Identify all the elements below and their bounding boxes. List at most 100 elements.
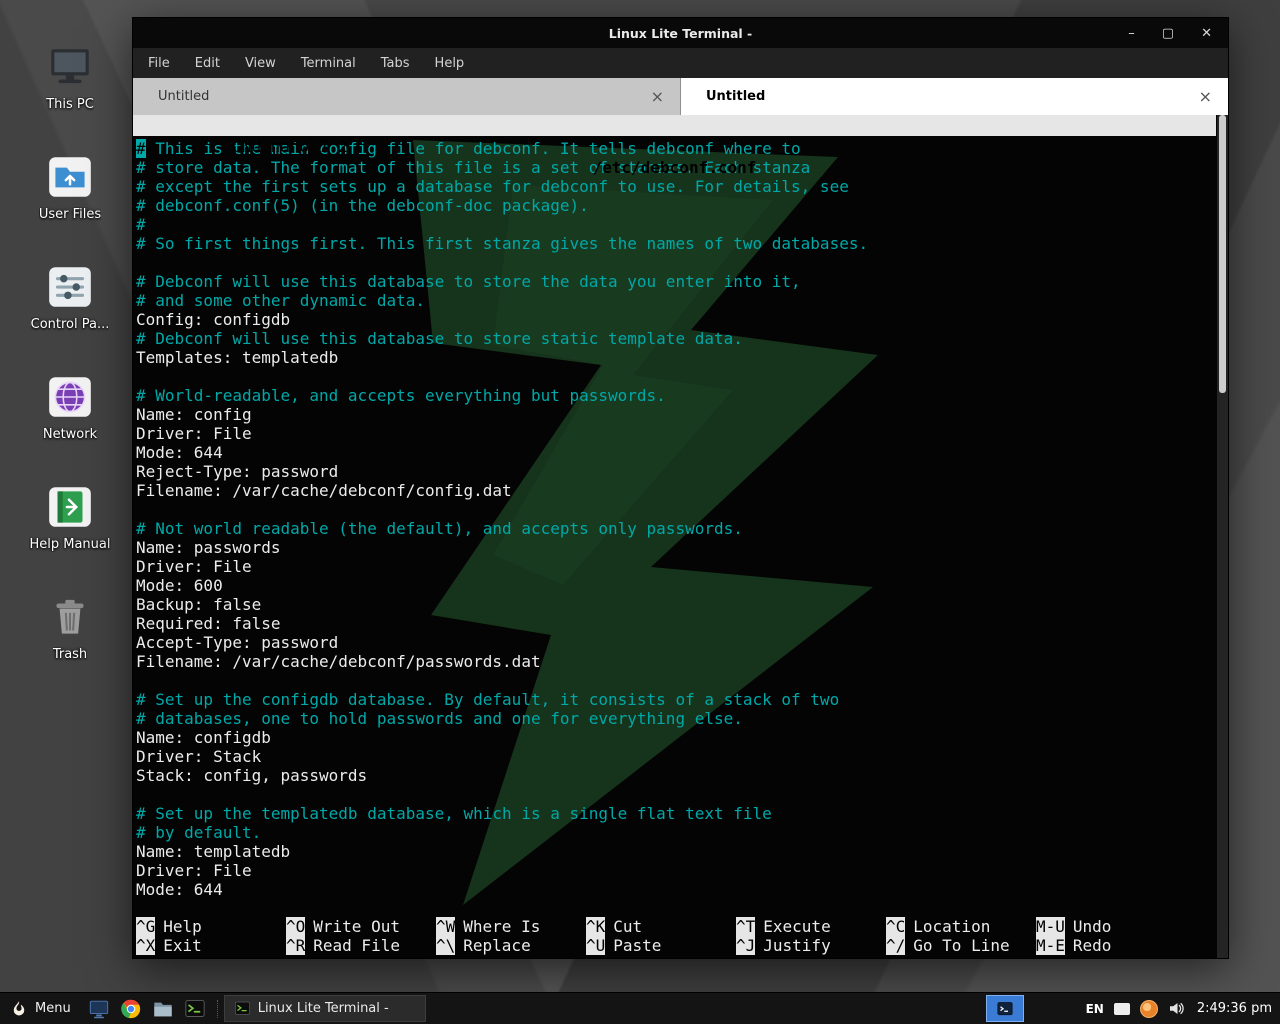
nano-version: GNU nano 7.2 — [210, 137, 348, 156]
terminal-line: Name: config — [136, 405, 1228, 424]
terminal-line: # by default. — [136, 823, 1228, 842]
desktop-icons: This PC User Files Control Pa... Network… — [10, 26, 130, 662]
tab-bar: Untitled × Untitled × — [133, 78, 1228, 115]
nano-shortcut: ^UPaste — [586, 936, 736, 955]
terminal-line — [136, 253, 1228, 272]
nano-shortcut: ^KCut — [586, 917, 736, 936]
window-title: Linux Lite Terminal - — [609, 26, 753, 41]
task-button-terminal[interactable]: Linux Lite Terminal - — [224, 995, 426, 1022]
terminal-line — [136, 367, 1228, 386]
chrome-icon[interactable] — [119, 997, 143, 1021]
computer-icon — [45, 42, 95, 92]
nano-lines: # This is the main config file for debco… — [133, 136, 1228, 899]
tab-label: Untitled — [158, 89, 651, 104]
nano-header: GNU nano 7.2 /etc/debconf.conf — [133, 115, 1216, 136]
desktop-icon[interactable]: Network — [10, 356, 130, 442]
tab[interactable]: Untitled × — [681, 78, 1228, 115]
terminal-line: # and some other dynamic data. — [136, 291, 1228, 310]
terminal-line: Name: passwords — [136, 538, 1228, 557]
network-icon — [45, 372, 95, 422]
taskbar: Menu Linux Lite Terminal - EN 2:49:36 — [0, 993, 1280, 1024]
menu-item[interactable]: File — [148, 56, 170, 71]
desktop-icon-label: Help Manual — [29, 537, 110, 552]
menubar: File Edit View Terminal Tabs Help — [133, 48, 1228, 78]
terminal-line: Required: false — [136, 614, 1228, 633]
desktop-icon[interactable]: Help Manual — [10, 466, 130, 552]
terminal-line: Driver: Stack — [136, 747, 1228, 766]
menu-item[interactable]: Edit — [195, 56, 220, 71]
desktop-icon-label: Trash — [53, 647, 87, 662]
taskbar-separator — [217, 1000, 218, 1018]
terminal-line: Driver: File — [136, 557, 1228, 576]
terminal-icon — [234, 1000, 251, 1017]
terminal-launcher-icon[interactable] — [183, 997, 207, 1021]
menu-item[interactable]: View — [245, 56, 276, 71]
terminal-line: Config: configdb — [136, 310, 1228, 329]
nano-shortcut: ^/Go To Line — [886, 936, 1036, 955]
nano-shortcuts: ^GHelp^OWrite Out^WWhere Is^KCut^TExecut… — [136, 917, 1214, 955]
terminal-line: Templates: templatedb — [136, 348, 1228, 367]
nano-shortcut: ^GHelp — [136, 917, 286, 936]
clock[interactable]: 2:49:36 pm — [1197, 1001, 1272, 1016]
tab[interactable]: Untitled × — [133, 78, 681, 115]
nano-shortcut: ^TExecute — [736, 917, 886, 936]
trash-icon — [45, 592, 95, 642]
terminal-line: # except the first sets up a database fo… — [136, 177, 1228, 196]
tab-close-icon[interactable]: × — [1199, 87, 1212, 106]
menu-item[interactable]: Help — [435, 56, 465, 71]
terminal-tray-icon[interactable] — [986, 995, 1024, 1022]
nano-shortcut: ^\Replace — [436, 936, 586, 955]
terminal-line: Driver: File — [136, 861, 1228, 880]
terminal-scrollbar[interactable] — [1217, 115, 1228, 958]
terminal-line: # So first things first. This first stan… — [136, 234, 1228, 253]
nano-filename: /etc/debconf.conf — [593, 157, 757, 178]
terminal-line: Name: configdb — [136, 728, 1228, 747]
terminal-line: Mode: 644 — [136, 880, 1228, 899]
keyboard-icon[interactable] — [1114, 1003, 1130, 1015]
desktop-icon[interactable]: Control Pa... — [10, 246, 130, 332]
tab-close-icon[interactable]: × — [651, 87, 664, 106]
terminal-line: Filename: /var/cache/debconf/config.dat — [136, 481, 1228, 500]
linux-lite-menu-icon — [10, 1000, 28, 1018]
desktop-icon[interactable]: This PC — [10, 26, 130, 112]
nano-shortcut: ^OWrite Out — [286, 917, 436, 936]
terminal-line: Name: templatedb — [136, 842, 1228, 861]
maximize-button[interactable]: ▢ — [1162, 27, 1174, 40]
desktop-icon[interactable]: User Files — [10, 136, 130, 222]
terminal-line: # Not world readable (the default), and … — [136, 519, 1228, 538]
terminal-line: Accept-Type: password — [136, 633, 1228, 652]
updates-icon[interactable] — [1140, 1000, 1158, 1018]
window-controls: – ▢ ✕ — [1128, 18, 1212, 48]
nano-shortcut: ^RRead File — [286, 936, 436, 955]
nano-shortcut: ^XExit — [136, 936, 286, 955]
close-button[interactable]: ✕ — [1201, 27, 1212, 40]
terminal[interactable]: GNU nano 7.2 /etc/debconf.conf # This is… — [133, 115, 1228, 958]
file-manager-icon[interactable] — [151, 997, 175, 1021]
terminal-line: # debconf.conf(5) (in the debconf-doc pa… — [136, 196, 1228, 215]
show-desktop-icon[interactable] — [87, 997, 111, 1021]
keyboard-layout-label[interactable]: EN — [1086, 1002, 1104, 1016]
nano-shortcut: M-UUndo — [1036, 917, 1186, 936]
system-tray: EN 2:49:36 pm — [986, 995, 1280, 1022]
menu-item[interactable]: Terminal — [301, 56, 356, 71]
terminal-line: Mode: 600 — [136, 576, 1228, 595]
desktop: This PC User Files Control Pa... Network… — [0, 0, 1280, 1024]
control-panel-icon — [45, 262, 95, 312]
taskbar-launchers — [83, 997, 211, 1021]
nano-shortcut: ^JJustify — [736, 936, 886, 955]
desktop-icon-label: This PC — [46, 97, 94, 112]
terminal-line: Mode: 644 — [136, 443, 1228, 462]
help-manual-icon — [45, 482, 95, 532]
nano-shortcut: ^WWhere Is — [436, 917, 586, 936]
minimize-button[interactable]: – — [1128, 27, 1135, 40]
menu-button[interactable]: Menu — [0, 993, 83, 1024]
titlebar[interactable]: Linux Lite Terminal - – ▢ ✕ — [133, 18, 1228, 48]
desktop-icon[interactable]: Trash — [10, 576, 130, 662]
terminal-line — [136, 500, 1228, 519]
volume-icon[interactable] — [1168, 1000, 1185, 1017]
terminal-line: # Set up the templatedb database, which … — [136, 804, 1228, 823]
terminal-line: # databases, one to hold passwords and o… — [136, 709, 1228, 728]
nano-shortcut: M-ERedo — [1036, 936, 1186, 955]
scrollbar-thumb[interactable] — [1219, 115, 1226, 393]
menu-item[interactable]: Tabs — [381, 56, 410, 71]
